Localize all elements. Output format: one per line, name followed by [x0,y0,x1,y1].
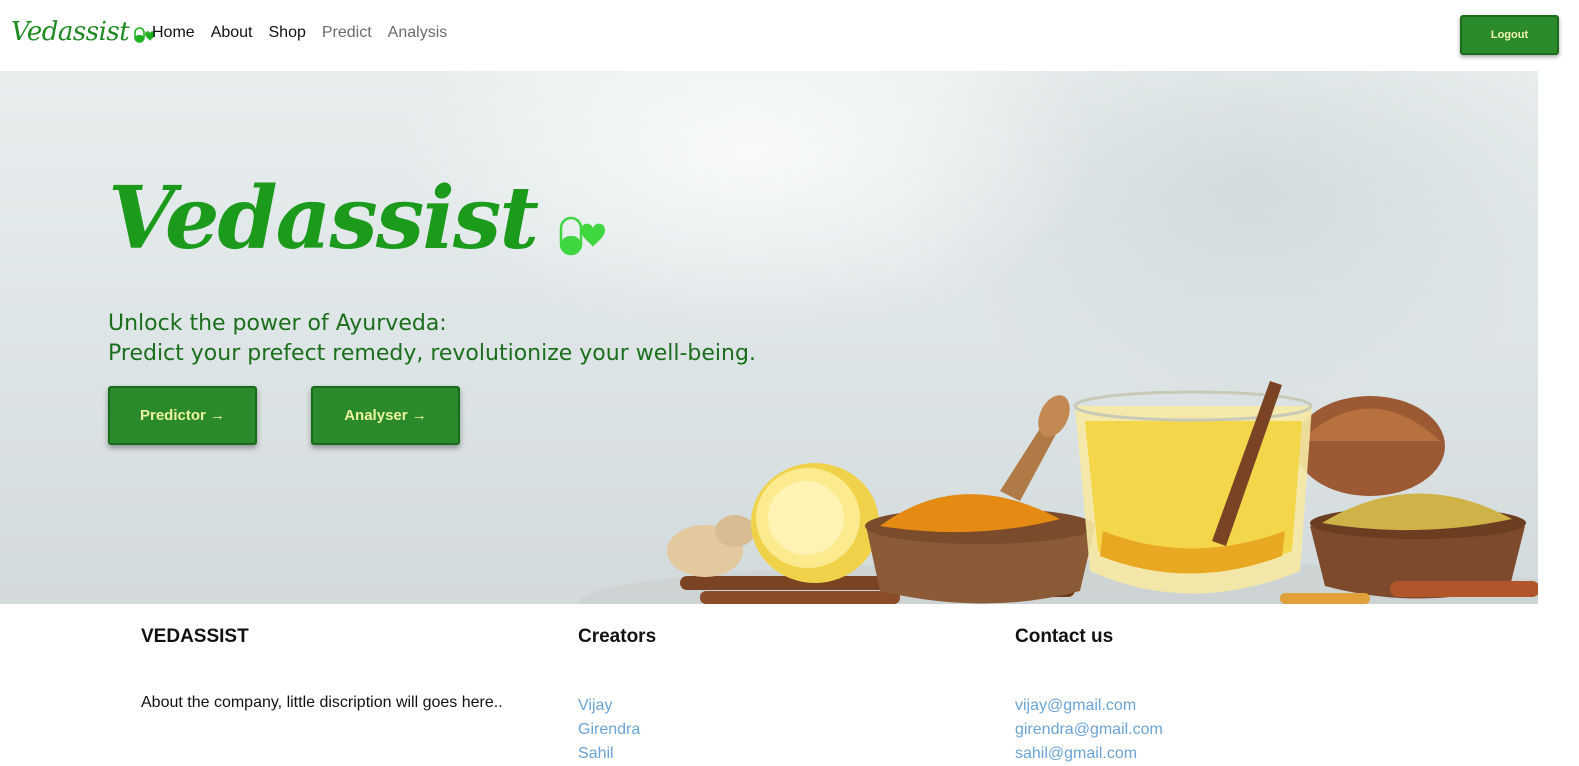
hero-title: Vedassist [108,176,607,262]
brand-name: Vedassist [11,17,130,47]
logout-button[interactable]: Logout [1460,15,1559,55]
nav-home[interactable]: Home [152,24,195,42]
footer-company-description: About the company, little discription wi… [141,694,503,711]
nav-links: Home About Shop Predict Analysis [152,24,447,42]
hero-title-text: Vedassist [108,168,539,269]
list-item: vijay@gmail.com [1015,694,1163,718]
list-item: Sahil [578,742,640,766]
nav-analysis[interactable]: Analysis [388,24,448,42]
footer-contact-heading: Contact us [1015,626,1114,647]
footer-creators-heading: Creators [578,626,657,647]
brand-logo-link[interactable]: Vedassist [11,17,156,47]
creator-link-vijay[interactable]: Vijay [578,697,612,714]
creators-list: Vijay Girendra Sahil [578,694,640,766]
pill-heart-icon [559,216,606,256]
tagline-line-1: Unlock the power of Ayurveda: [108,311,447,336]
creator-link-girendra[interactable]: Girendra [578,721,640,738]
contact-email-girendra[interactable]: girendra@gmail.com [1015,721,1163,738]
footer-company-column: VEDASSIST About the company, little disc… [141,626,503,711]
list-item: Vijay [578,694,640,718]
creator-link-sahil[interactable]: Sahil [578,745,614,762]
predictor-button[interactable]: Predictor → [108,386,257,445]
footer-creators-column: Creators Vijay Girendra Sahil [578,626,657,762]
nav-predict[interactable]: Predict [322,24,372,42]
contact-list: vijay@gmail.com girendra@gmail.com sahil… [1015,694,1163,766]
hero-section: Vedassist Unlock the power of Ayurveda: … [0,71,1538,604]
footer-contact-column: Contact us vijay@gmail.com girendra@gmai… [1015,626,1163,762]
footer: VEDASSIST About the company, little disc… [0,604,1579,762]
footer-company-heading: VEDASSIST [141,626,249,647]
list-item: girendra@gmail.com [1015,718,1163,742]
contact-email-vijay[interactable]: vijay@gmail.com [1015,697,1136,714]
list-item: Girendra [578,718,640,742]
list-item: sahil@gmail.com [1015,742,1163,766]
contact-email-sahil[interactable]: sahil@gmail.com [1015,745,1137,762]
tagline-line-2: Predict your prefect remedy, revolutioni… [108,341,756,366]
analyser-button[interactable]: Analyser → [311,386,460,445]
navbar: Vedassist Home About Shop Predict Analys… [0,0,1579,71]
hero-tagline: Unlock the power of Ayurveda: Predict yo… [108,309,756,369]
nav-shop[interactable]: Shop [269,24,306,42]
nav-about[interactable]: About [211,24,253,42]
